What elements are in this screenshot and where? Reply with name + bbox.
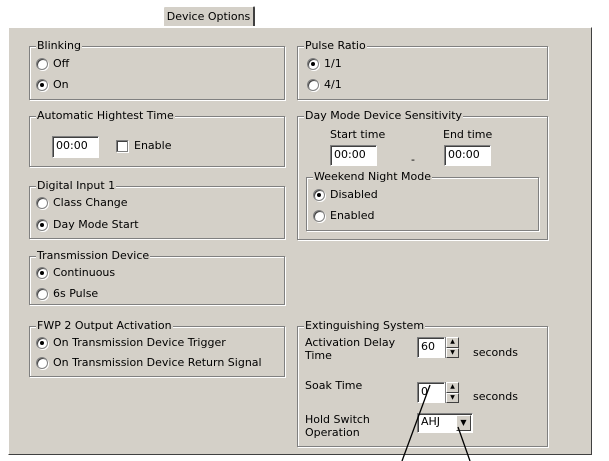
pointer-line-hold bbox=[457, 426, 471, 461]
pointer-line-soak bbox=[401, 384, 431, 461]
annotation-lines bbox=[401, 384, 471, 461]
